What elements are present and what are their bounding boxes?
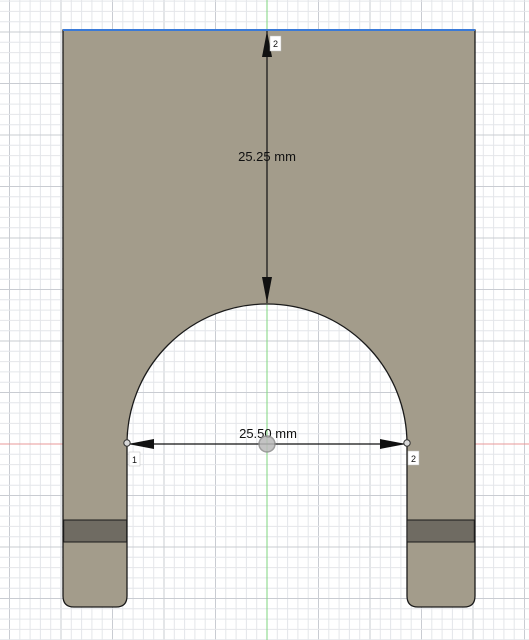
point-label-top: 2 <box>269 35 282 52</box>
vertical-dimension-label[interactable]: 25.25 mm <box>238 149 296 164</box>
left-leg-band <box>63 519 128 543</box>
svg-text:2: 2 <box>411 454 416 464</box>
cad-viewport[interactable]: 25.25 mm 25.50 mm 2 1 2 <box>0 0 529 640</box>
sketch-canvas[interactable]: 25.25 mm 25.50 mm 2 1 2 <box>0 0 529 640</box>
point-label-right: 2 <box>407 450 420 466</box>
origin-circle-icon[interactable] <box>258 435 276 453</box>
sketch-point-left-icon[interactable] <box>123 439 131 447</box>
point-label-left: 1 <box>128 451 141 467</box>
right-leg-band <box>406 519 475 543</box>
arrowhead-right-icon <box>380 439 406 449</box>
sketch-point-right-icon[interactable] <box>403 439 411 447</box>
arrowhead-left-icon <box>128 439 154 449</box>
svg-text:1: 1 <box>132 455 137 465</box>
svg-text:2: 2 <box>273 39 278 49</box>
